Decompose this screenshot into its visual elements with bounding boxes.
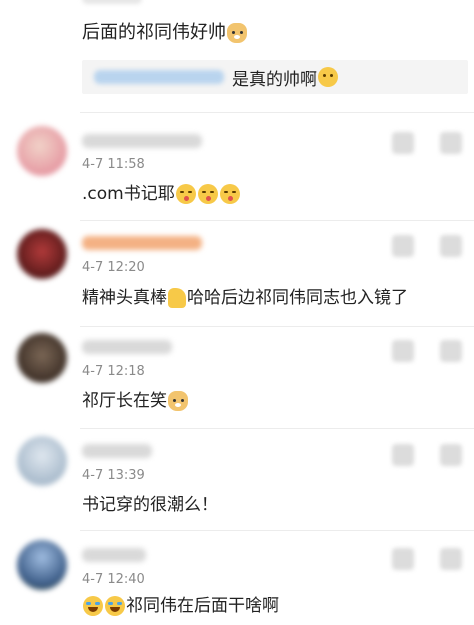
kiss-emoji-icon <box>175 184 196 204</box>
like-icon[interactable] <box>440 340 462 362</box>
comment-body: .com书记耶 <box>82 182 241 206</box>
comment-body: 精神头真棒 哈哈后边祁同伟同志也入镜了 <box>82 286 408 310</box>
commenter-name-blurred[interactable] <box>82 134 202 148</box>
top-comment-body: 后面的祁同伟好帅 <box>82 22 226 43</box>
comment-timestamp: 4-7 11:58 <box>82 157 145 172</box>
reply-icon[interactable] <box>392 235 414 257</box>
reply-preview[interactable]: 是真的帅啊 <box>82 60 468 94</box>
comment-text: 哈哈后边祁同伟同志也入镜了 <box>187 288 408 308</box>
divider <box>80 112 474 113</box>
comment-body: 书记穿的很潮么！ <box>82 493 218 517</box>
reply-icon[interactable] <box>392 444 414 466</box>
avatar[interactable] <box>17 540 67 590</box>
comment-thread: 后面的祁同伟好帅 是真的帅啊 4-7 11:58 .com书记耶 4-7 12:… <box>0 0 474 625</box>
avatar[interactable] <box>17 229 67 279</box>
like-icon[interactable] <box>440 235 462 257</box>
avatar[interactable] <box>17 333 67 383</box>
comment-timestamp: 4-7 12:18 <box>82 364 145 379</box>
thinking-emoji-icon <box>318 67 338 87</box>
like-icon[interactable] <box>440 444 462 466</box>
reply-author-name-blurred[interactable] <box>94 70 224 84</box>
thumbs-up-emoji-icon <box>168 288 186 308</box>
reply-icon[interactable] <box>392 340 414 362</box>
kiss-emoji-icon <box>219 184 240 204</box>
doge-emoji-icon <box>227 23 247 43</box>
comment-text: 书记穿的很潮么！ <box>82 495 218 515</box>
comment-timestamp: 4-7 12:20 <box>82 260 145 275</box>
comment-text: 祁同伟在后面干啥啊 <box>126 596 279 616</box>
comment-text: 精神头真棒 <box>82 288 167 308</box>
like-icon[interactable] <box>440 132 462 154</box>
avatar[interactable] <box>17 126 67 176</box>
divider <box>80 220 474 221</box>
reply-icon[interactable] <box>392 132 414 154</box>
reply-body: 是真的帅啊 <box>232 69 317 90</box>
previous-commenter-name-blurred <box>82 0 142 4</box>
laughing-emoji-icon <box>83 596 103 616</box>
comment-timestamp: 4-7 13:39 <box>82 468 145 483</box>
avatar[interactable] <box>17 436 67 486</box>
comment-text: .com书记耶 <box>82 184 175 204</box>
laughing-emoji-icon <box>105 596 125 616</box>
like-icon[interactable] <box>440 548 462 570</box>
reply-text: 是真的帅啊 <box>232 65 339 90</box>
commenter-name-blurred[interactable] <box>82 340 172 354</box>
comment-body: 祁厅长在笑 <box>82 389 189 413</box>
kiss-emoji-icon <box>197 184 218 204</box>
divider <box>80 530 474 531</box>
comment-text: 祁厅长在笑 <box>82 391 167 411</box>
divider <box>80 428 474 429</box>
commenter-name-blurred[interactable] <box>82 236 202 250</box>
doge-emoji-icon <box>168 391 188 411</box>
reply-icon[interactable] <box>392 548 414 570</box>
divider <box>80 326 474 327</box>
comment-body: 祁同伟在后面干啥啊 <box>82 594 279 618</box>
commenter-name-blurred[interactable] <box>82 548 146 562</box>
comment-timestamp: 4-7 12:40 <box>82 572 145 587</box>
top-comment-text: 后面的祁同伟好帅 <box>82 20 248 46</box>
commenter-name-blurred[interactable] <box>82 444 152 458</box>
